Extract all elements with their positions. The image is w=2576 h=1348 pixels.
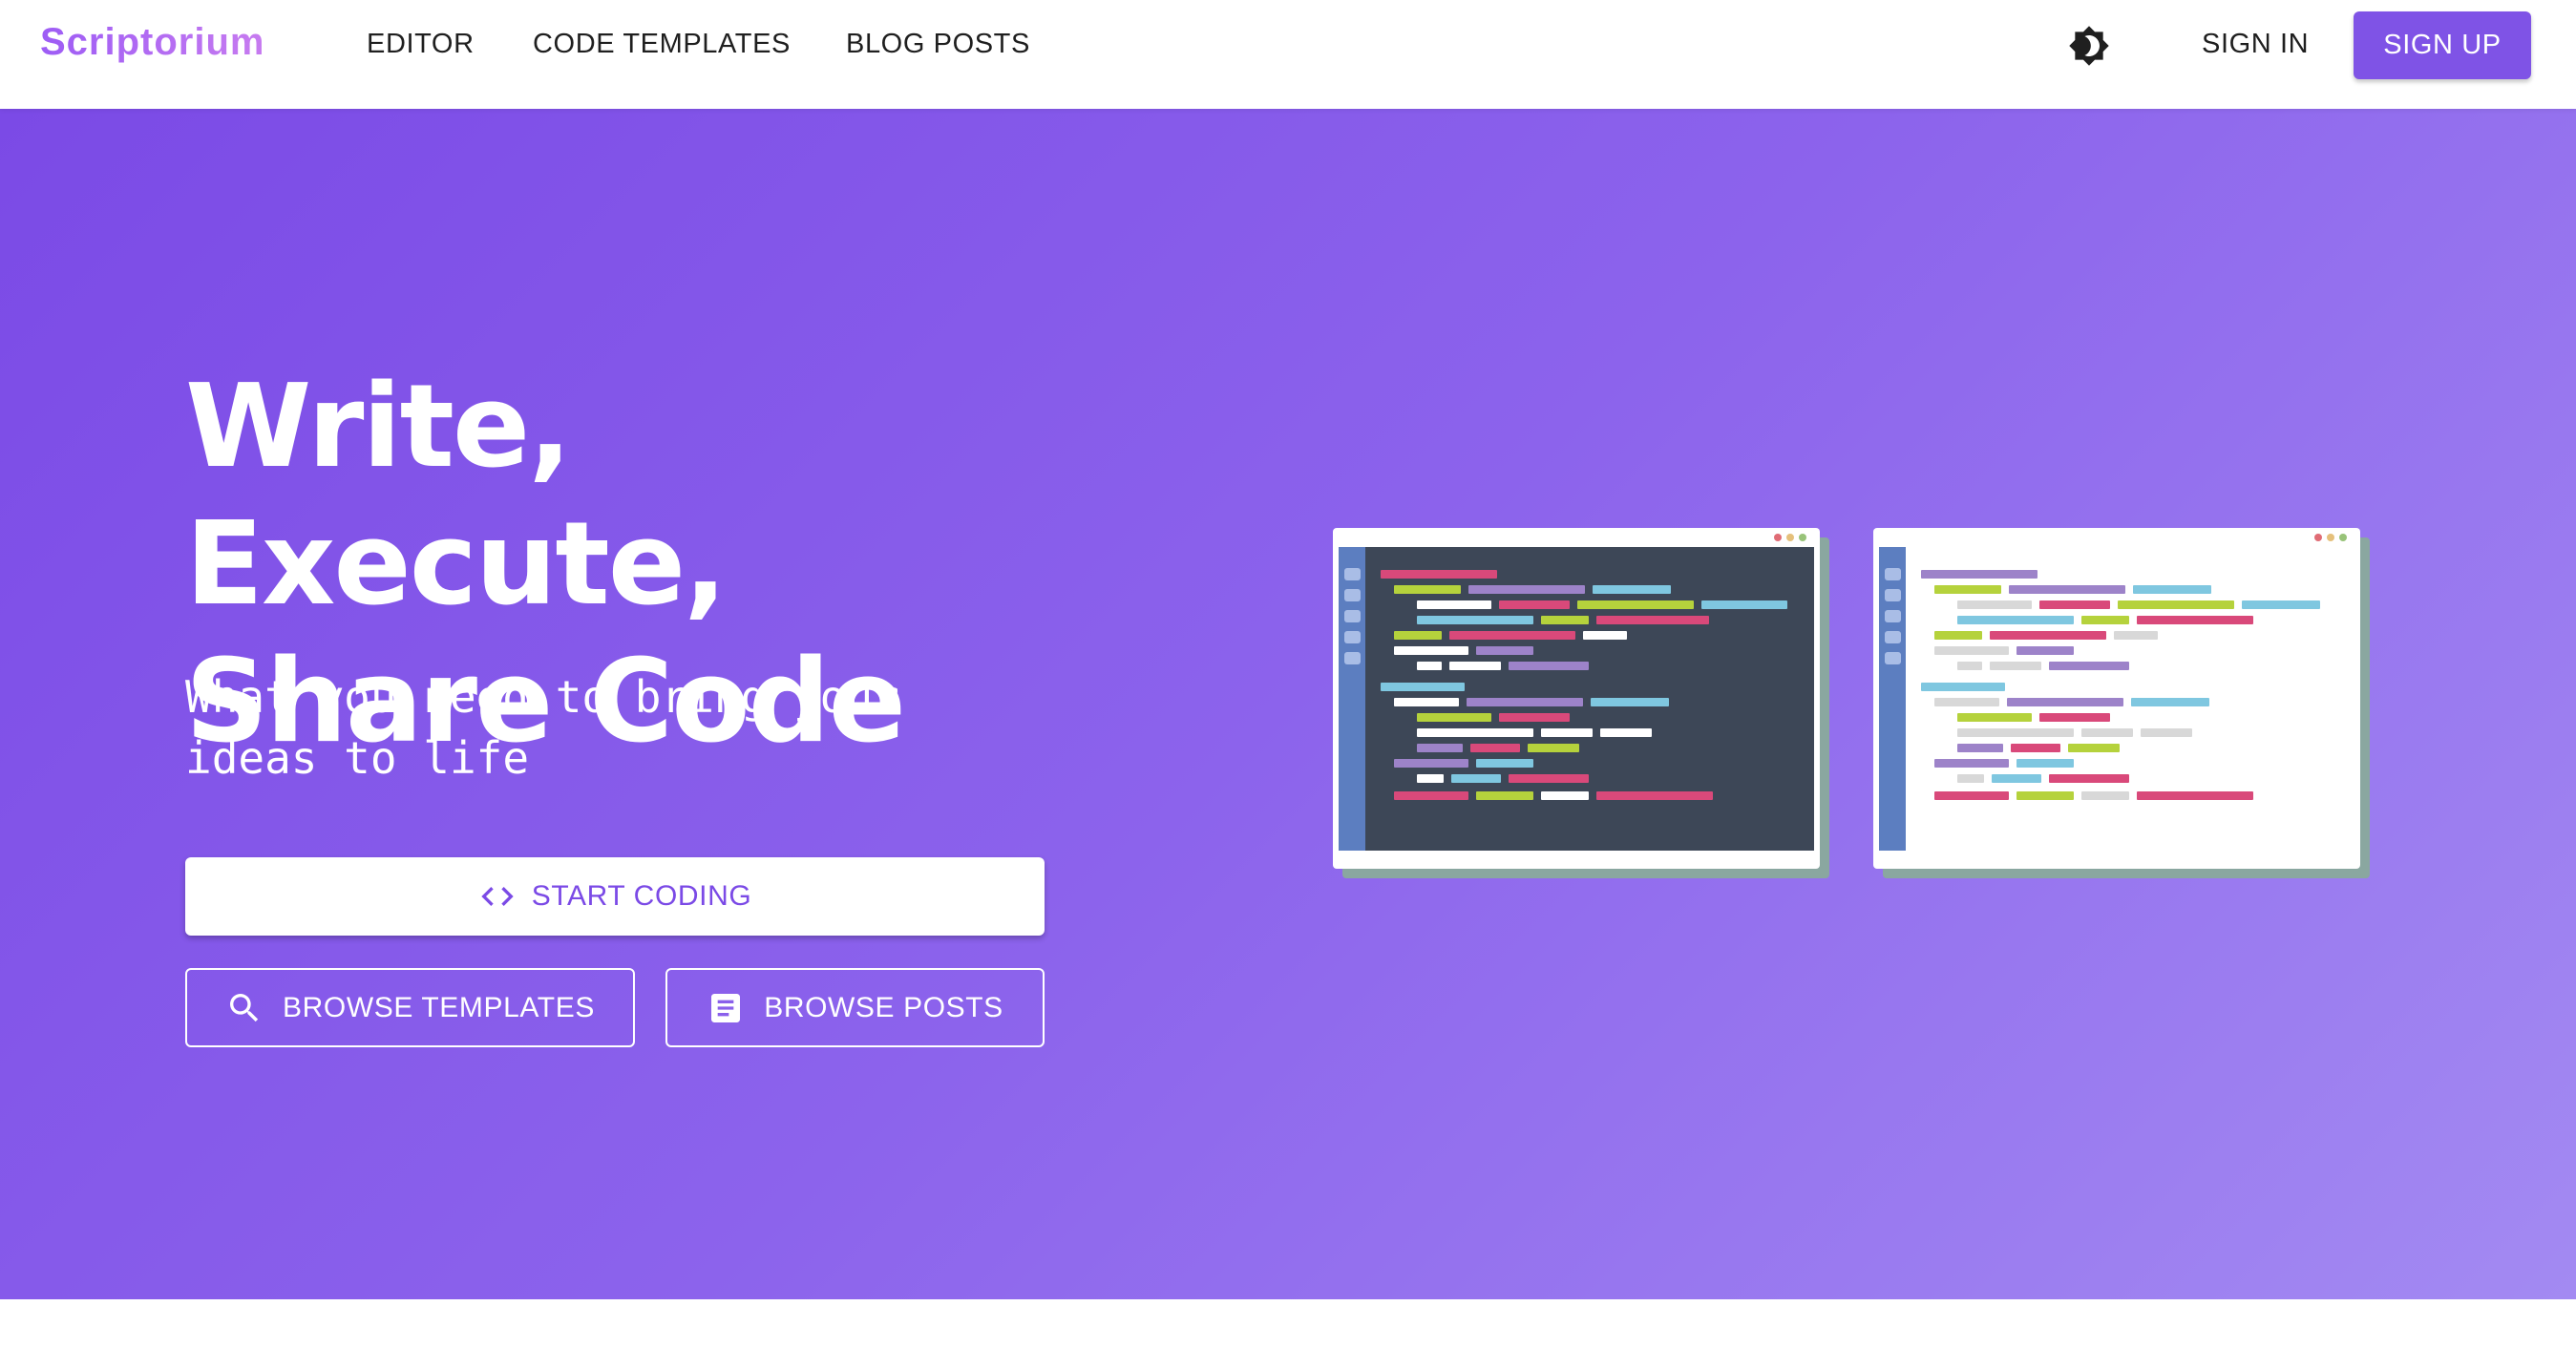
window-controls-icon (1774, 534, 1806, 541)
editor-sidebar (1339, 547, 1365, 851)
browse-posts-button[interactable]: BROWSE POSTS (665, 968, 1045, 1047)
nav-link-editor[interactable]: EDITOR (367, 29, 475, 60)
browse-templates-button[interactable]: BROWSE TEMPLATES (185, 968, 635, 1047)
browse-posts-label: BROWSE POSTS (764, 991, 1003, 1023)
nav-link-blog-posts[interactable]: BLOG POSTS (846, 29, 1030, 60)
window-titlebar (1873, 528, 2360, 547)
page-below-hero (0, 1299, 2576, 1348)
hero-subtitle-line-1: What you need to bring your (185, 671, 899, 723)
editor-code-area (1365, 547, 1814, 851)
article-icon (711, 993, 741, 1022)
hero-subtitle: What you need to bring your ideas to lif… (185, 666, 1045, 789)
window-controls-icon (2314, 534, 2347, 541)
brightness-toggle-icon (2069, 26, 2109, 66)
brand-logo[interactable]: Scriptorium (40, 21, 264, 64)
hero-section: Write, Execute, Share Code What you need… (0, 109, 2576, 1299)
dark-editor-illustration (1333, 528, 1820, 869)
hero-title-line-1: Write, Execute, (185, 361, 728, 631)
start-coding-label: START CODING (531, 880, 752, 912)
sign-up-button[interactable]: SIGN UP (2354, 11, 2531, 79)
top-navbar: Scriptorium EDITOR CODE TEMPLATES BLOG P… (0, 0, 2576, 109)
hero-subtitle-line-2: ideas to life (185, 732, 530, 784)
code-brackets-icon (481, 887, 514, 906)
search-icon (230, 993, 259, 1022)
start-coding-button[interactable]: START CODING (185, 857, 1045, 936)
sign-in-button[interactable]: SIGN IN (2202, 29, 2309, 60)
editor-sidebar (1879, 547, 1906, 851)
light-editor-illustration (1873, 528, 2360, 869)
browse-templates-label: BROWSE TEMPLATES (283, 991, 595, 1023)
window-titlebar (1333, 528, 1820, 547)
theme-toggle-button[interactable] (2066, 23, 2112, 69)
editor-code-area (1906, 547, 2354, 851)
nav-link-code-templates[interactable]: CODE TEMPLATES (533, 29, 791, 60)
